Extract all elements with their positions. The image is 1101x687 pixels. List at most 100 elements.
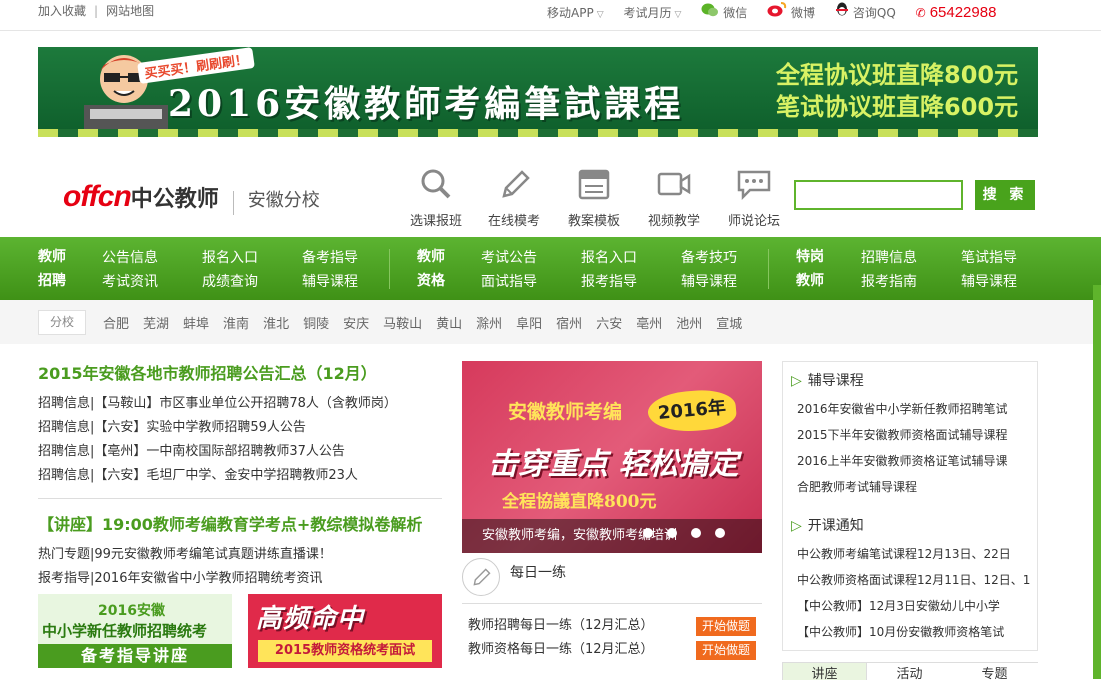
city-link[interactable]: 宿州 <box>556 317 582 332</box>
opening-link[interactable]: 中公教师资格面试课程12月11日、12日、1 <box>797 571 1033 588</box>
nav-item[interactable]: 辅导课程 <box>681 271 737 291</box>
wechat-label: 微信 <box>723 6 748 20</box>
promo-image-text: 2015教师资格统考面试 <box>258 640 432 662</box>
nav-item[interactable]: 考试公告 <box>481 247 537 267</box>
quick-link-video[interactable]: 视频教学 <box>642 168 706 229</box>
calendar-icon <box>578 169 610 200</box>
mobile-app-menu[interactable]: 移动APP ▽ <box>547 4 604 21</box>
exam-calendar-menu[interactable]: 考试月历 ▽ <box>623 4 681 21</box>
nav-item[interactable]: 笔试指导 <box>961 247 1017 267</box>
tab-lecture[interactable]: 讲座 <box>782 663 867 682</box>
news-column: 2015年安徽各地市教师招聘公告汇总（12月） 招聘信息|【马鞍山】市区事业单位… <box>38 360 442 591</box>
nav-item[interactable]: 备考指导 <box>302 247 358 267</box>
branch-tag: 分校 <box>38 310 86 335</box>
city-link[interactable]: 池州 <box>676 317 702 332</box>
site-logo[interactable]: offcn中公教师 安徽分校 <box>63 180 320 220</box>
city-link[interactable]: 淮南 <box>223 317 249 332</box>
news-item[interactable]: 报考指导|2016年安徽省中小学教师招聘统考资讯 <box>38 567 442 591</box>
city-link[interactable]: 蚌埠 <box>183 317 209 332</box>
search-button[interactable]: 搜 索 <box>975 180 1035 210</box>
nav-group-title: 教师 资格 <box>417 249 445 289</box>
tab-topic[interactable]: 专题 <box>952 663 1037 682</box>
weibo-link[interactable]: 微博 <box>767 2 815 21</box>
wechat-link[interactable]: 微信 <box>701 3 747 21</box>
nav-item[interactable]: 报考指导 <box>581 271 637 291</box>
city-link[interactable]: 安庆 <box>343 317 369 332</box>
nav-item[interactable]: 备考技巧 <box>681 247 737 267</box>
city-link[interactable]: 芜湖 <box>143 317 169 332</box>
promo-image-lecture[interactable]: 2016安徽 中小学新任教师招聘统考 备考指导讲座 <box>38 594 232 668</box>
city-link[interactable]: 淮北 <box>263 317 289 332</box>
city-link[interactable]: 六安 <box>596 317 622 332</box>
quick-link-lesson-template[interactable]: 教案模板 <box>562 168 626 229</box>
city-link[interactable]: 黄山 <box>436 317 462 332</box>
slide-year-badge: 2016年 <box>646 387 738 435</box>
course-link[interactable]: 2015下半年安徽教师资格面试辅导课程 <box>797 426 1033 443</box>
add-favorite-link[interactable]: 加入收藏 <box>38 4 86 18</box>
pencil-icon <box>502 170 530 198</box>
nav-item[interactable]: 辅导课程 <box>961 271 1017 291</box>
lecture-headline[interactable]: 【讲座】19:00教师考编教育学考点+教综模拟卷解析 <box>38 511 442 535</box>
city-link[interactable]: 马鞍山 <box>383 317 422 332</box>
nav-item[interactable]: 面试指导 <box>481 271 537 291</box>
city-link[interactable]: 滁州 <box>476 317 502 332</box>
start-practice-button[interactable]: 开始做题 <box>696 617 756 636</box>
city-link[interactable]: 亳州 <box>636 317 662 332</box>
promo-image-text: 2016安徽 <box>98 603 165 619</box>
course-link[interactable]: 合肥教师考试辅导课程 <box>797 478 1033 495</box>
nav-divider <box>389 249 390 289</box>
news-item[interactable]: 招聘信息|【六安】毛坦厂中学、金安中学招聘教师23人 <box>38 464 442 488</box>
news-item[interactable]: 招聘信息|【亳州】一中南校国际部招聘教师37人公告 <box>38 440 442 464</box>
banner-promo: 全程协议班直降800元 笔试协议班直降600元 <box>776 59 1018 123</box>
quick-link-label: 教案模板 <box>567 214 620 229</box>
opening-link[interactable]: 中公教师考编笔试课程12月13日、22日 <box>797 545 1033 562</box>
carousel-dots <box>643 527 739 542</box>
promo-image-hit[interactable]: 高频命中 2015教师资格统考面试 <box>248 594 442 668</box>
side-scroll-strip[interactable] <box>1093 285 1101 679</box>
nav-item[interactable]: 报考指南 <box>861 271 917 291</box>
search-input[interactable] <box>794 180 963 210</box>
quick-link-course[interactable]: 选课报班 <box>404 168 468 229</box>
city-link[interactable]: 合肥 <box>103 317 129 332</box>
openings-title: 开课通知 <box>807 518 864 534</box>
city-link[interactable]: 阜阳 <box>516 317 542 332</box>
carousel-dot[interactable] <box>643 528 653 538</box>
carousel-dot[interactable] <box>667 528 677 538</box>
image-carousel[interactable]: 安徽教师考编 2016年 击穿重点 轻松搞定 全程協議直降800元 安徽教师考编… <box>462 361 762 553</box>
nav-item[interactable]: 报名入口 <box>202 247 258 267</box>
search-icon <box>421 169 451 199</box>
nav-item[interactable]: 辅导课程 <box>302 271 358 291</box>
news-headline[interactable]: 2015年安徽各地市教师招聘公告汇总（12月） <box>38 360 442 384</box>
news-item[interactable]: 招聘信息|【六安】实验中学教师招聘59人公告 <box>38 416 442 440</box>
carousel-dot[interactable] <box>715 528 725 538</box>
quick-link-forum[interactable]: 师说论坛 <box>722 168 786 229</box>
carousel-dot[interactable] <box>691 528 701 538</box>
nav-item[interactable]: 考试资讯 <box>102 271 158 291</box>
news-item[interactable]: 热门专题|99元安徽教师考编笔试真题讲练直播课！ <box>38 543 442 567</box>
wechat-icon <box>701 3 719 20</box>
opening-link[interactable]: 【中公教师】10月份安徽教师资格笔试 <box>797 623 1033 640</box>
divider <box>38 498 442 499</box>
quick-link-mock-exam[interactable]: 在线模考 <box>482 168 546 229</box>
qq-consult-link[interactable]: 咨询QQ <box>835 2 896 21</box>
start-practice-button[interactable]: 开始做题 <box>696 641 756 660</box>
nav-item[interactable]: 公告信息 <box>102 247 158 267</box>
course-link[interactable]: 2016年安徽省中小学新任教师招聘笔试 <box>797 400 1033 417</box>
tab-activity[interactable]: 活动 <box>867 663 952 682</box>
weibo-icon <box>767 2 787 20</box>
daily-row-text[interactable]: 教师资格每日一练（12月汇总） <box>468 642 654 657</box>
course-link[interactable]: 2016上半年安徽教师资格证笔试辅导课 <box>797 452 1033 469</box>
divider <box>232 190 234 215</box>
daily-row-text[interactable]: 教师招聘每日一练（12月汇总） <box>468 618 654 633</box>
opening-link[interactable]: 【中公教师】12月3日安徽幼儿中小学 <box>797 597 1033 614</box>
phone-icon: ✆ <box>915 6 926 20</box>
weibo-label: 微博 <box>791 6 816 20</box>
news-item[interactable]: 招聘信息|【马鞍山】市区事业单位公开招聘78人（含教师岗） <box>38 392 442 416</box>
nav-item[interactable]: 报名入口 <box>581 247 637 267</box>
city-link[interactable]: 宣城 <box>716 317 742 332</box>
sitemap-link[interactable]: 网站地图 <box>106 4 154 18</box>
nav-item[interactable]: 成绩查询 <box>202 271 258 291</box>
nav-item[interactable]: 招聘信息 <box>861 247 917 267</box>
promo-banner[interactable]: 买买买！刷刷刷！ 2016安徽教師考編筆試課程 全程协议班直降800元 笔试协议… <box>38 47 1038 137</box>
city-link[interactable]: 铜陵 <box>303 317 329 332</box>
